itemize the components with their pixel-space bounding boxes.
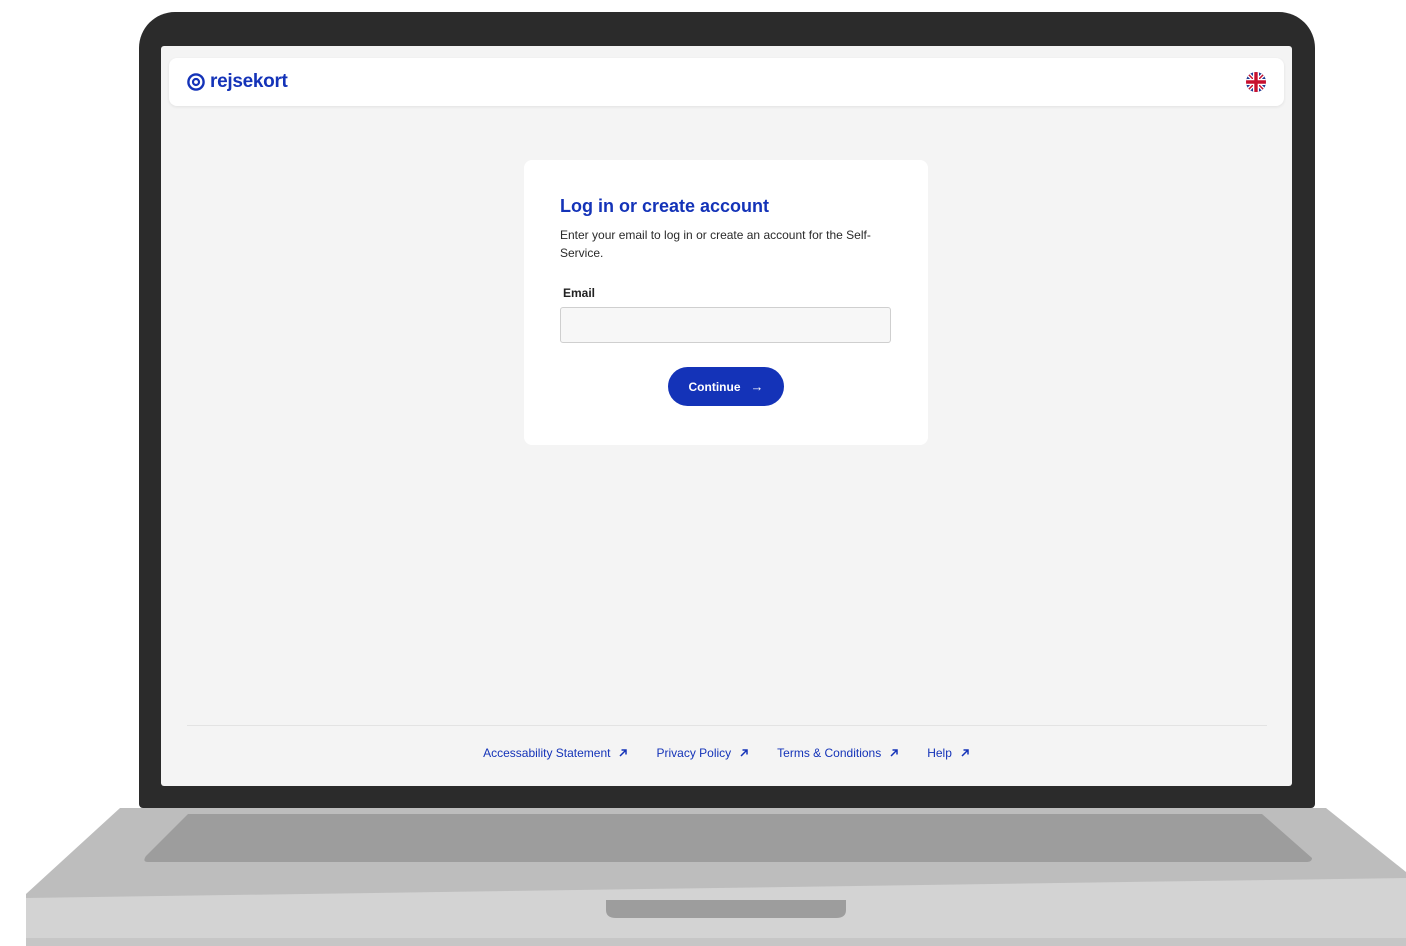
external-link-icon — [619, 749, 628, 757]
login-title: Log in or create account — [560, 196, 770, 216]
login-description: Enter your email to log in or create an … — [560, 228, 871, 260]
footer-link-label: Accessability Statement — [483, 746, 611, 760]
external-link-icon — [961, 749, 969, 757]
footer-link-label: Terms & Conditions — [777, 746, 882, 760]
rejsekort-logo-icon — [187, 73, 205, 91]
footer-link-label: Help — [927, 746, 952, 760]
uk-flag-icon — [1246, 72, 1266, 92]
brand-name: rejsekort — [210, 71, 288, 92]
continue-button[interactable]: Continue → — [668, 367, 784, 406]
email-label: Email — [563, 286, 596, 300]
continue-label: Continue — [688, 379, 741, 394]
footer-link-accessibility-statement[interactable]: Accessability Statement — [483, 744, 628, 762]
external-link-icon — [890, 749, 898, 757]
screen: rejsekort Log in or create account Enter… — [161, 46, 1292, 786]
footer-link-privacy-policy[interactable]: Privacy Policy — [656, 744, 749, 762]
brand-logo[interactable]: rejsekort — [187, 71, 288, 93]
footer-link-terms-conditions[interactable]: Terms & Conditions — [777, 744, 899, 762]
login-card: Log in or create account Enter your emai… — [524, 160, 928, 445]
laptop-base — [26, 808, 1406, 946]
arrow-right-icon: → — [750, 379, 764, 394]
email-input[interactable] — [560, 307, 891, 343]
footer-link-help[interactable]: Help — [927, 744, 970, 762]
language-switcher-button[interactable] — [1246, 72, 1266, 92]
footer-link-label: Privacy Policy — [656, 746, 732, 760]
external-link-icon — [740, 749, 748, 757]
app-header: rejsekort — [169, 58, 1284, 106]
footer: Accessability Statement Privacy Policy T… — [161, 744, 1292, 762]
footer-divider — [187, 725, 1267, 726]
